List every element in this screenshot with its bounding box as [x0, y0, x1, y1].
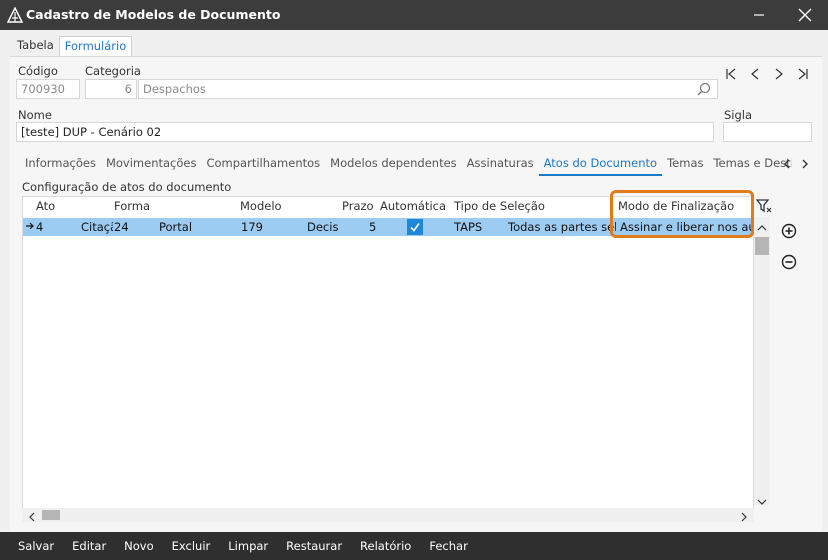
- nome-label: Nome: [18, 108, 52, 122]
- categoria-label: Categoria: [85, 64, 141, 78]
- search-icon[interactable]: [696, 81, 712, 97]
- tab-tabela[interactable]: Tabela: [12, 36, 59, 55]
- table-row[interactable]: 4 Citaçã 24 Portal 179 Decisã 5 TAPS Tod…: [23, 218, 753, 236]
- minus-circle-icon: [781, 254, 797, 270]
- novo-button[interactable]: Novo: [124, 539, 153, 553]
- restaurar-button[interactable]: Restaurar: [286, 539, 342, 553]
- scroll-up-icon[interactable]: [757, 221, 767, 235]
- tab-temas[interactable]: Temas: [662, 155, 708, 174]
- cell-tipo-selecao[interactable]: TAPS: [454, 218, 494, 236]
- codigo-field[interactable]: 700930: [16, 79, 80, 99]
- app-logo-icon: [6, 6, 24, 23]
- cell-modelo-desc[interactable]: Decisã: [307, 218, 339, 236]
- categoria-number-field[interactable]: 6: [85, 79, 137, 99]
- fechar-button[interactable]: Fechar: [429, 539, 467, 553]
- sigla-label: Sigla: [724, 108, 753, 122]
- hscroll-thumb[interactable]: [42, 510, 60, 520]
- scroll-thumb[interactable]: [755, 237, 769, 255]
- chevron-left-icon: [784, 159, 790, 169]
- column-header-tipo-selecao[interactable]: Tipo de Seleção: [454, 197, 545, 215]
- filter-icon[interactable]: [755, 198, 772, 214]
- next-record-button[interactable]: [770, 66, 788, 82]
- cell-ato[interactable]: 4: [36, 218, 76, 236]
- cell-forma-desc[interactable]: Portal: [159, 218, 239, 236]
- vertical-scrollbar[interactable]: [754, 217, 770, 505]
- sigla-field[interactable]: [723, 122, 812, 142]
- previous-record-icon: [751, 68, 759, 80]
- first-record-icon: [726, 68, 736, 80]
- tab-assinaturas[interactable]: Assinaturas: [462, 155, 539, 174]
- inner-tab-bar: Informações Movimentações Compartilhamen…: [20, 155, 792, 176]
- add-row-button[interactable]: [780, 222, 798, 240]
- cell-forma[interactable]: 24: [114, 218, 150, 236]
- previous-record-button[interactable]: [746, 66, 764, 82]
- column-header-modo-finalizacao[interactable]: Modo de Finalização: [618, 197, 734, 215]
- salvar-button[interactable]: Salvar: [18, 539, 54, 553]
- tab-movimentacoes[interactable]: Movimentações: [101, 155, 202, 174]
- chevron-right-icon: [802, 159, 808, 169]
- tab-modelos-dependentes[interactable]: Modelos dependentes: [325, 155, 462, 174]
- cell-ato-desc[interactable]: Citaçã: [81, 218, 113, 236]
- codigo-label: Código: [18, 64, 58, 78]
- last-record-icon: [798, 68, 808, 80]
- tab-informacoes[interactable]: Informações: [20, 155, 101, 174]
- last-record-button[interactable]: [794, 66, 812, 82]
- row-pointer-icon: [25, 218, 35, 236]
- categoria-name-field[interactable]: Despachos: [138, 79, 718, 99]
- scroll-down-icon[interactable]: [757, 495, 767, 509]
- cell-prazo[interactable]: 5: [369, 218, 383, 236]
- close-button[interactable]: [782, 0, 828, 30]
- tab-compartilhamentos[interactable]: Compartilhamentos: [201, 155, 325, 174]
- outer-tab-bar: Tabela Formulário: [12, 36, 133, 56]
- cell-tipo-selecao-desc[interactable]: Todas as partes sel: [508, 218, 616, 236]
- editar-button[interactable]: Editar: [72, 539, 106, 553]
- column-header-automatica[interactable]: Automática: [380, 197, 446, 215]
- column-header-modelo[interactable]: Modelo: [240, 197, 282, 215]
- horizontal-scrollbar[interactable]: [22, 508, 754, 522]
- cell-modelo[interactable]: 179: [241, 218, 301, 236]
- minimize-button[interactable]: [736, 0, 782, 30]
- automatica-checkbox[interactable]: [407, 219, 423, 235]
- plus-circle-icon: [781, 223, 797, 239]
- column-header-ato[interactable]: Ato: [36, 197, 55, 215]
- relatorio-button[interactable]: Relatório: [360, 539, 411, 553]
- remove-row-button[interactable]: [780, 253, 798, 271]
- close-icon: [798, 8, 812, 22]
- column-header-forma[interactable]: Forma: [114, 197, 150, 215]
- column-header-prazo[interactable]: Prazo: [342, 197, 374, 215]
- grid-header: Ato Forma Modelo Prazo Automática Tipo d…: [22, 197, 754, 215]
- scroll-left-icon[interactable]: [28, 511, 36, 525]
- window-title: Cadastro de Modelos de Documento: [26, 7, 281, 22]
- tab-scroll-right-button[interactable]: [798, 156, 812, 172]
- tab-scroll-left-button[interactable]: [780, 156, 794, 172]
- bottom-toolbar: Salvar Editar Novo Excluir Limpar Restau…: [0, 532, 828, 560]
- tab-formulario[interactable]: Formulário: [58, 36, 133, 56]
- next-record-icon: [775, 68, 783, 80]
- checkmark-icon: [410, 223, 420, 232]
- cell-modo-finalizacao[interactable]: Assinar e liberar nos auto: [620, 218, 752, 236]
- tab-atos-do-documento[interactable]: Atos do Documento: [538, 155, 663, 176]
- first-record-button[interactable]: [722, 66, 740, 82]
- nome-field[interactable]: [teste] DUP - Cenário 02: [16, 122, 714, 142]
- limpar-button[interactable]: Limpar: [228, 539, 268, 553]
- atos-grid: [22, 196, 754, 522]
- section-title: Configuração de atos do documento: [22, 180, 232, 194]
- minimize-icon: [754, 14, 764, 16]
- title-bar: Cadastro de Modelos de Documento: [0, 0, 828, 30]
- excluir-button[interactable]: Excluir: [172, 539, 211, 553]
- scroll-right-icon[interactable]: [740, 511, 748, 525]
